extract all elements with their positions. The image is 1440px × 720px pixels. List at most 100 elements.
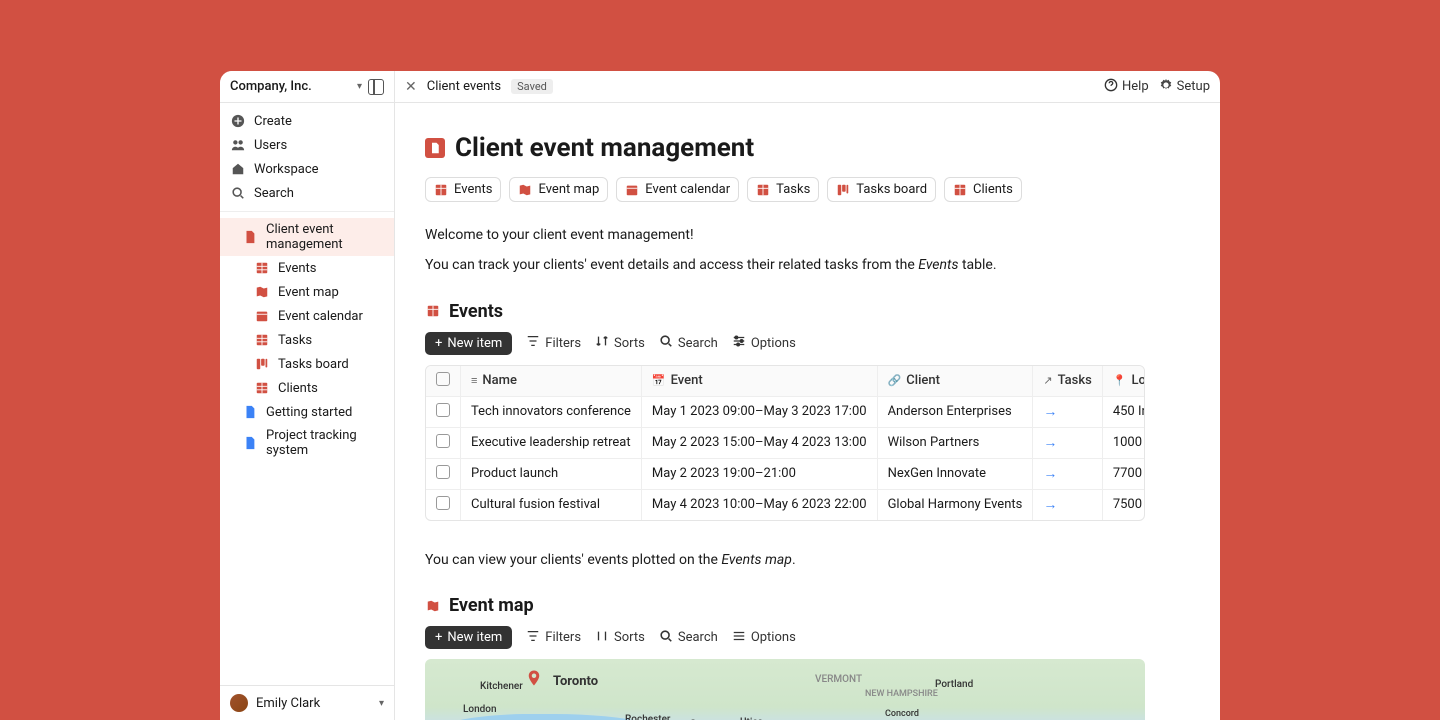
sidebar-item-label: Project tracking system <box>266 428 384 458</box>
col-tasks[interactable]: ↗Tasks <box>1033 366 1102 397</box>
table-header-row: ≡Name 📅Event 🔗Client ↗Tasks 📍Location <box>426 366 1145 397</box>
cell-event[interactable]: May 2 2023 15:00–May 4 2023 13:00 <box>641 427 877 458</box>
cell-client[interactable]: Global Harmony Events <box>877 489 1033 520</box>
map-label-concord: Concord <box>885 709 919 719</box>
cell-client[interactable]: Wilson Partners <box>877 427 1033 458</box>
pin-icon: 📍 <box>1113 374 1127 387</box>
row-checkbox[interactable] <box>426 396 461 427</box>
new-item-button[interactable]: + New item <box>425 626 512 649</box>
chip-clients[interactable]: Clients <box>944 177 1022 202</box>
toggle-sidebar-icon[interactable] <box>368 79 384 95</box>
document-icon <box>242 404 258 420</box>
document-icon <box>425 138 445 158</box>
sidebar-item-events[interactable]: Events <box>220 256 394 280</box>
sidebar-item-event-map[interactable]: Event map <box>220 280 394 304</box>
table-row[interactable]: Executive leadership retreatMay 2 2023 1… <box>426 427 1145 458</box>
row-checkbox[interactable] <box>426 458 461 489</box>
filters-button[interactable]: Filters <box>526 629 581 647</box>
cell-event[interactable]: May 2 2023 19:00–21:00 <box>641 458 877 489</box>
select-all-header[interactable] <box>426 366 461 397</box>
cell-client[interactable]: Anderson Enterprises <box>877 396 1033 427</box>
sidebar-item-event-calendar[interactable]: Event calendar <box>220 304 394 328</box>
arrow-right-icon: → <box>1043 435 1057 451</box>
col-name[interactable]: ≡Name <box>461 366 642 397</box>
events-table: ≡Name 📅Event 🔗Client ↗Tasks 📍Location Te… <box>425 365 1145 521</box>
sorts-label: Sorts <box>614 336 645 351</box>
sidebar-item-tasks[interactable]: Tasks <box>220 328 394 352</box>
sidebar-item-label: Getting started <box>266 405 352 420</box>
table-row[interactable]: Cultural fusion festivalMay 4 2023 10:00… <box>426 489 1145 520</box>
cell-location[interactable]: 7700 Retro Road, Classic A <box>1102 458 1145 489</box>
avatar <box>230 694 248 712</box>
main-area: ✕ Client events Saved Help Setup <box>395 71 1220 720</box>
map-pin-icon[interactable] <box>525 669 543 687</box>
map-label-london: London <box>463 704 497 715</box>
workspace-switcher[interactable]: Company, Inc. ▾ <box>220 71 394 103</box>
link-icon: ↗ <box>1043 374 1052 387</box>
sort-icon <box>595 629 609 647</box>
sidebar-item-clients[interactable]: Clients <box>220 376 394 400</box>
new-item-button[interactable]: + New item <box>425 332 512 355</box>
col-client[interactable]: 🔗Client <box>877 366 1033 397</box>
tab-title[interactable]: Client events <box>427 79 501 94</box>
chip-events[interactable]: Events <box>425 177 501 202</box>
arrow-right-icon: → <box>1043 497 1057 513</box>
table-row[interactable]: Tech innovators conferenceMay 1 2023 09:… <box>426 396 1145 427</box>
help-button[interactable]: Help <box>1104 78 1149 96</box>
col-event[interactable]: 📅Event <box>641 366 877 397</box>
cell-location[interactable]: 450 Innovation Drive, Tech <box>1102 396 1145 427</box>
page-title-row: Client event management <box>425 133 1145 163</box>
sorts-button[interactable]: Sorts <box>595 629 645 647</box>
cell-location[interactable]: 7500 Cultural Plaza, Arts D <box>1102 489 1145 520</box>
sidebar-item-getting-started[interactable]: Getting started <box>220 400 394 424</box>
search-icon <box>659 629 673 647</box>
sidebar-item-workspace[interactable]: Workspace <box>220 157 394 181</box>
row-checkbox[interactable] <box>426 427 461 458</box>
checkbox-icon <box>436 372 450 386</box>
sidebar-item-project-tracking[interactable]: Project tracking system <box>220 424 394 462</box>
table-row[interactable]: Product launchMay 2 2023 19:00–21:00NexG… <box>426 458 1145 489</box>
options-button[interactable]: Options <box>732 629 796 647</box>
sidebar-item-create[interactable]: Create <box>220 109 394 133</box>
sidebar-item-search[interactable]: Search <box>220 181 394 205</box>
cell-tasks[interactable]: → <box>1033 427 1102 458</box>
table-icon <box>254 332 270 348</box>
cell-client[interactable]: NexGen Innovate <box>877 458 1033 489</box>
cell-tasks[interactable]: → <box>1033 489 1102 520</box>
sliders-icon <box>732 334 746 352</box>
options-button[interactable]: Options <box>732 334 796 352</box>
sorts-button[interactable]: Sorts <box>595 334 645 352</box>
cell-name[interactable]: Cultural fusion festival <box>461 489 642 520</box>
cell-tasks[interactable]: → <box>1033 396 1102 427</box>
table-icon <box>254 260 270 276</box>
user-menu[interactable]: Emily Clark ▾ <box>220 685 394 720</box>
cell-event[interactable]: May 1 2023 09:00–May 3 2023 17:00 <box>641 396 877 427</box>
table-icon <box>425 303 441 319</box>
plus-circle-icon <box>230 113 246 129</box>
checkbox-icon <box>436 434 450 448</box>
table-search-button[interactable]: Search <box>659 629 718 647</box>
setup-button[interactable]: Setup <box>1159 78 1210 96</box>
sidebar-item-users[interactable]: Users <box>220 133 394 157</box>
col-location[interactable]: 📍Location <box>1102 366 1145 397</box>
sidebar-item-tasks-board[interactable]: Tasks board <box>220 352 394 376</box>
chip-event-map[interactable]: Event map <box>509 177 608 202</box>
map-label-portland: Portland <box>935 679 973 690</box>
close-tab-button[interactable]: ✕ <box>405 79 417 95</box>
cell-event[interactable]: May 4 2023 10:00–May 6 2023 22:00 <box>641 489 877 520</box>
cell-name[interactable]: Executive leadership retreat <box>461 427 642 458</box>
event-map[interactable]: Toronto Kitchener London Buffalo Rochest… <box>425 659 1145 720</box>
chip-tasks[interactable]: Tasks <box>747 177 819 202</box>
cell-name[interactable]: Product launch <box>461 458 642 489</box>
chip-tasks-board[interactable]: Tasks board <box>827 177 936 202</box>
sidebar-item-client-event-management[interactable]: Client event management <box>220 218 394 256</box>
row-checkbox[interactable] <box>426 489 461 520</box>
sidebar-item-label: Tasks <box>278 333 312 348</box>
chip-event-calendar[interactable]: Event calendar <box>616 177 739 202</box>
content-scroll[interactable]: Client event management Events Event map… <box>395 103 1220 720</box>
filters-button[interactable]: Filters <box>526 334 581 352</box>
table-search-button[interactable]: Search <box>659 334 718 352</box>
cell-tasks[interactable]: → <box>1033 458 1102 489</box>
cell-name[interactable]: Tech innovators conference <box>461 396 642 427</box>
cell-location[interactable]: 1000 Executive Lane, Sum <box>1102 427 1145 458</box>
